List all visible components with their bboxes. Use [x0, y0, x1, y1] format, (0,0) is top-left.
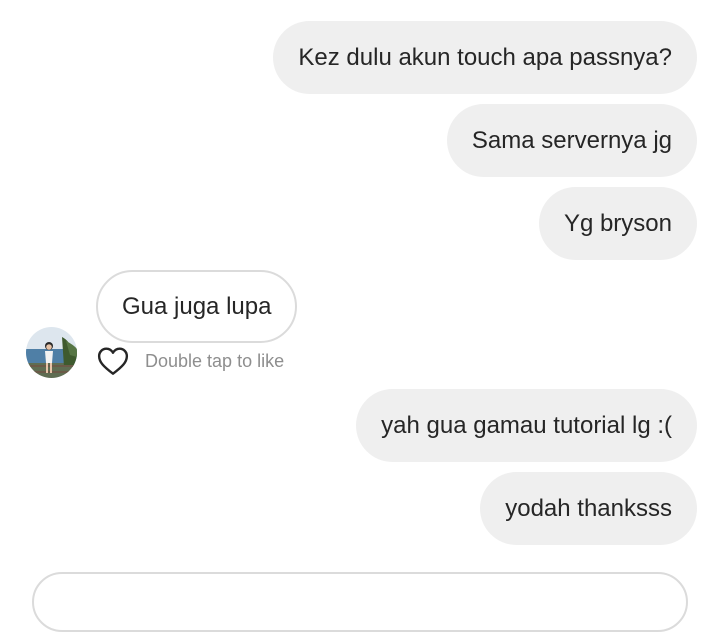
message-text: Kez dulu akun touch apa passnya? — [298, 43, 672, 71]
message-text: yodah thanksss — [505, 494, 672, 522]
message-text: yah gua gamau tutorial lg :( — [381, 411, 672, 439]
message-input[interactable] — [32, 572, 688, 632]
message-text: Gua juga lupa — [122, 292, 272, 320]
message-bubble-outgoing[interactable]: Sama servernya jg — [446, 104, 697, 177]
message-bubble-outgoing[interactable]: yah gua gamau tutorial lg :( — [356, 389, 697, 462]
like-row: Double tap to like — [97, 345, 284, 377]
message-text: Yg bryson — [563, 209, 672, 237]
message-text: Sama servernya jg — [471, 126, 672, 154]
message-bubble-outgoing[interactable]: yodah thanksss — [480, 472, 697, 545]
message-bubble-incoming[interactable]: Gua juga lupa — [96, 270, 298, 343]
heart-outline-icon[interactable] — [97, 346, 129, 376]
message-bubble-outgoing[interactable]: Yg bryson — [538, 187, 697, 260]
sender-avatar[interactable] — [26, 327, 77, 378]
message-bubble-outgoing[interactable]: Kez dulu akun touch apa passnya? — [273, 21, 697, 94]
avatar-photo — [26, 327, 77, 378]
double-tap-hint: Double tap to like — [145, 350, 285, 371]
